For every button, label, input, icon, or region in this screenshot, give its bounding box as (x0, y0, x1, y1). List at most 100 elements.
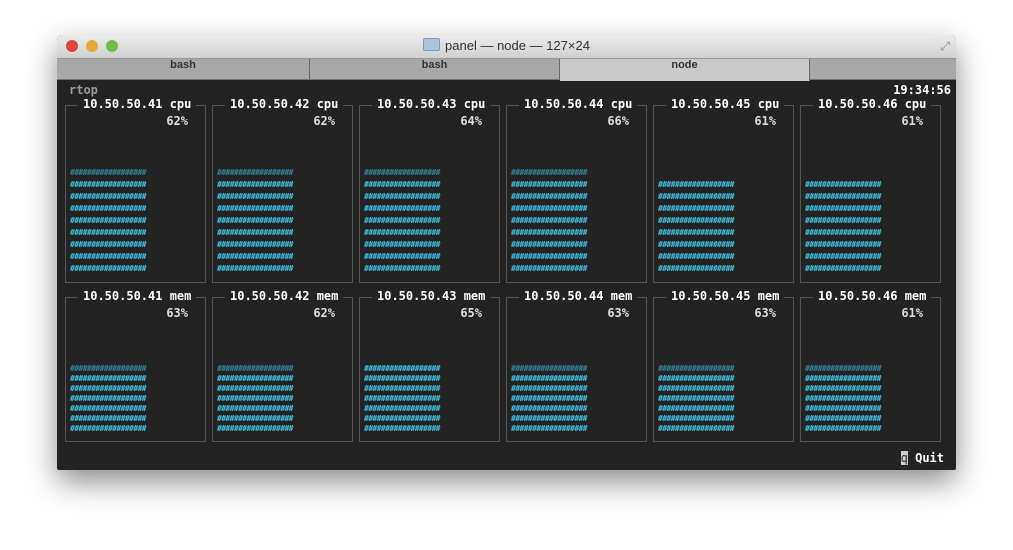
terminal-window: panel — node — 127×24 ⤢ bash bash node r… (57, 35, 956, 470)
bar-row: ################## (511, 192, 588, 201)
chart-panel: 10.50.50.42 mem 62% ################## ####… (212, 289, 353, 442)
bar-row: ################## (511, 414, 588, 423)
bar-row: ################## (658, 374, 735, 383)
bar-row: ################## (511, 264, 588, 273)
percent-label: 63% (754, 306, 776, 320)
chart-panel: 10.50.50.41 cpu 62% ################## ####… (65, 97, 206, 283)
bar-row: ################## (364, 192, 441, 201)
panel-title: 10.50.50.43 cpu (372, 97, 491, 111)
quit-label: Quit (915, 451, 944, 465)
chart-panel: 10.50.50.41 mem 63% ################## ####… (65, 289, 206, 442)
panel-title: 10.50.50.42 cpu (225, 97, 344, 111)
panel-title: 10.50.50.42 mem (225, 289, 344, 303)
chart-panel: 10.50.50.44 mem 63% ################## ####… (506, 289, 647, 442)
chart-panel: 10.50.50.43 cpu 64% ################## ####… (359, 97, 500, 283)
bar-row: ################## (805, 228, 882, 237)
bar: ################## ################## ####… (70, 167, 195, 275)
bar: ################## ################## ####… (364, 364, 489, 434)
bar-row: ################## (217, 414, 294, 423)
bar-row: ################## (70, 180, 147, 189)
percent-label: 61% (901, 306, 923, 320)
bar-row: ################## (70, 424, 147, 433)
folder-icon (423, 38, 441, 51)
percent-label: 62% (313, 114, 335, 128)
bar-row: ################## (805, 192, 882, 201)
bar-row: ################## (805, 264, 882, 273)
bar-row: ################## (511, 252, 588, 261)
bar-row: ################## (70, 264, 147, 273)
bar-row: ################## (658, 252, 735, 261)
bar-row: ################## (364, 414, 441, 423)
percent-label: 62% (166, 114, 188, 128)
bar: ################## ################## ####… (805, 364, 930, 434)
bar-row: ################## (364, 394, 441, 403)
bar-row: ################## (364, 252, 441, 261)
title-bar: panel — node — 127×24 ⤢ (57, 35, 956, 59)
bar-row: ################## (511, 384, 588, 393)
chart-panel: 10.50.50.46 cpu 61% ################## ####… (800, 97, 941, 283)
bar-row: ################## (70, 374, 147, 383)
bar-row: ################## (658, 264, 735, 273)
bar-row: ################## (217, 180, 294, 189)
bar-row: ################## (511, 240, 588, 249)
bar-row: ################## (70, 216, 147, 225)
bar-row: ################## (70, 168, 147, 177)
bar-row: ################## (70, 364, 147, 373)
chart-panel: 10.50.50.43 mem 65% ################## ####… (359, 289, 500, 442)
bar-row: ################## (511, 374, 588, 383)
bar-row: ################## (364, 204, 441, 213)
bar-row: ################## (70, 240, 147, 249)
bar-row: ################## (217, 228, 294, 237)
panel-title: 10.50.50.41 mem (78, 289, 197, 303)
bar-row: ################## (217, 192, 294, 201)
bar-row: ################## (70, 404, 147, 413)
bar-row: ################## (805, 252, 882, 261)
bar: ################## ################## ####… (217, 364, 342, 434)
bar-row: ################## (364, 228, 441, 237)
bar-row: ################## (658, 240, 735, 249)
bar-row: ################## (217, 216, 294, 225)
chart-panel: 10.50.50.46 mem 61% ################## ####… (800, 289, 941, 442)
terminal-content: rtop 19:34:56 10.50.50.41 cpu 62% ########… (57, 80, 956, 470)
bar: ################## ################## ####… (217, 167, 342, 275)
bar-row: ################## (364, 216, 441, 225)
bar-row: ################## (511, 204, 588, 213)
bar-row: ################## (658, 216, 735, 225)
tab-bash-1[interactable]: bash (57, 59, 310, 79)
clock: 19:34:56 (893, 83, 951, 97)
bar-row: ################## (217, 424, 294, 433)
bar-row: ################## (70, 204, 147, 213)
tab-bash-2[interactable]: bash (310, 59, 560, 79)
bar-row: ################## (217, 394, 294, 403)
panel-title: 10.50.50.45 mem (666, 289, 785, 303)
percent-label: 61% (754, 114, 776, 128)
bar-row: ################## (217, 364, 294, 373)
bar-row: ################## (364, 168, 441, 177)
bar-row: ################## (217, 168, 294, 177)
bar-row: ################## (70, 252, 147, 261)
window-title: panel — node — 127×24 (57, 38, 956, 53)
panel-title: 10.50.50.43 mem (372, 289, 491, 303)
bar-row: ################## (658, 384, 735, 393)
bar-row: ################## (658, 404, 735, 413)
bar-row: ################## (364, 240, 441, 249)
quit-hint[interactable]: q Quit (900, 451, 944, 465)
bar-row: ################## (658, 180, 735, 189)
bar-row: ################## (364, 180, 441, 189)
bar: ################## ################## ####… (658, 179, 783, 275)
panel-title: 10.50.50.46 mem (813, 289, 932, 303)
bar-row: ################## (805, 216, 882, 225)
percent-label: 61% (901, 114, 923, 128)
bar-row: ################## (217, 264, 294, 273)
bar-row: ################## (805, 374, 882, 383)
bar-row: ################## (70, 384, 147, 393)
tab-node[interactable]: node (560, 59, 810, 81)
percent-label: 63% (607, 306, 629, 320)
bar-row: ################## (658, 424, 735, 433)
bar-row: ################## (70, 394, 147, 403)
bar-row: ################## (805, 240, 882, 249)
bar-row: ################## (658, 364, 735, 373)
fullscreen-icon[interactable]: ⤢ (940, 39, 950, 54)
bar-row: ################## (805, 384, 882, 393)
percent-label: 65% (460, 306, 482, 320)
